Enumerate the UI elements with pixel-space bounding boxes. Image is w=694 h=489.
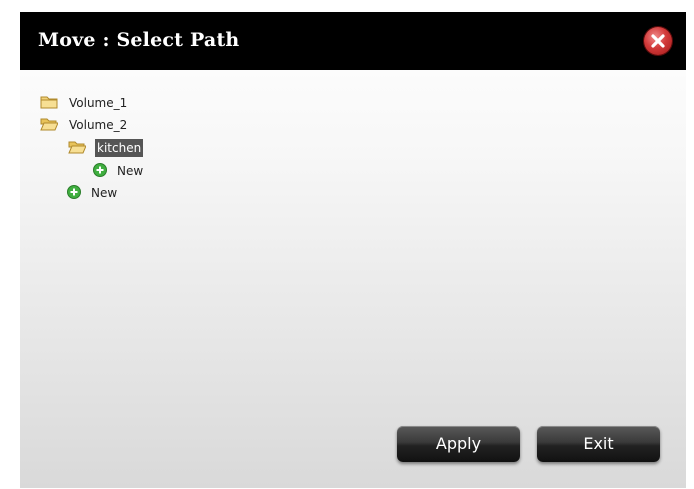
exit-button[interactable]: Exit [537,426,660,462]
tree-item-label: New [117,164,144,178]
folder-icon [40,96,58,109]
close-button[interactable] [644,27,672,55]
add-icon [67,185,81,199]
tree-item-label: Volume_1 [69,96,128,110]
folder-open-icon [40,118,58,131]
dialog-titlebar: Move : Select Path [20,12,686,70]
apply-button[interactable]: Apply [397,426,520,462]
tree-item-label: New [91,186,118,200]
tree-item-label-selected: kitchen [95,139,144,157]
dialog-title: Move : Select Path [38,29,240,51]
close-icon [651,34,665,48]
tree-item-label: Volume_2 [69,118,128,132]
folder-open-icon [68,141,86,154]
add-icon [93,163,107,177]
select-path-dialog: Move : Select Path Volume_1 Volume_2 kit… [20,12,686,488]
